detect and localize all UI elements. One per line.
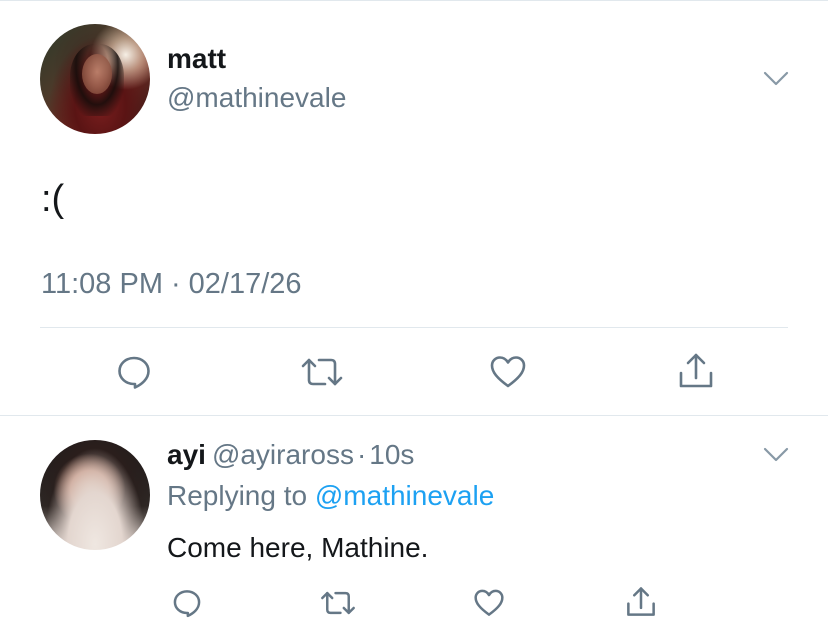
retweet-button[interactable] — [298, 352, 346, 392]
tweet-date: 02/17/26 — [188, 268, 302, 300]
author-handle[interactable]: @mathinevale — [167, 82, 346, 114]
like-button[interactable] — [488, 352, 528, 392]
chevron-down-icon[interactable] — [763, 71, 789, 87]
share-button[interactable] — [676, 350, 716, 392]
thread-divider — [0, 415, 828, 416]
tweet-text: :( — [41, 178, 65, 220]
author-avatar[interactable] — [40, 24, 150, 134]
reply-separator: · — [356, 439, 367, 470]
author-name[interactable]: matt — [167, 43, 226, 75]
replying-to: Replying to @mathinevale — [167, 480, 494, 512]
share-icon — [679, 353, 713, 388]
reply-reply-button[interactable] — [170, 586, 204, 620]
meta-separator: · — [170, 268, 181, 300]
replying-prefix: Replying to — [167, 480, 308, 511]
retweet-icon — [321, 591, 355, 615]
reply-author-handle[interactable]: @ayiraross — [212, 439, 354, 470]
retweet-icon — [301, 358, 343, 386]
reply-chevron-down-icon[interactable] — [763, 447, 789, 463]
reply-like-button[interactable] — [472, 586, 506, 620]
reply-retweet-button[interactable] — [318, 586, 358, 620]
share-icon — [627, 587, 655, 616]
heart-icon — [490, 356, 526, 388]
reply-header: ayi @ayiraross · 10s — [167, 439, 414, 471]
reply-bubble-icon — [118, 356, 150, 389]
reply-author-name[interactable]: ayi — [167, 439, 206, 470]
tweet-divider — [40, 327, 788, 328]
tweet-timestamp: 11:08 PM · 02/17/26 — [41, 268, 302, 301]
reply-author-avatar[interactable] — [40, 440, 150, 550]
reply-button[interactable] — [114, 352, 154, 392]
reply-bubble-icon — [173, 590, 201, 618]
reply-text: Come here, Mathine. — [167, 532, 429, 563]
replying-mention-link[interactable]: @mathinevale — [315, 480, 494, 511]
heart-icon — [474, 589, 504, 616]
top-divider — [0, 0, 828, 1]
tweet-time: 11:08 PM — [41, 268, 163, 300]
reply-share-button[interactable] — [624, 584, 658, 620]
reply-time: 10s — [369, 439, 415, 470]
